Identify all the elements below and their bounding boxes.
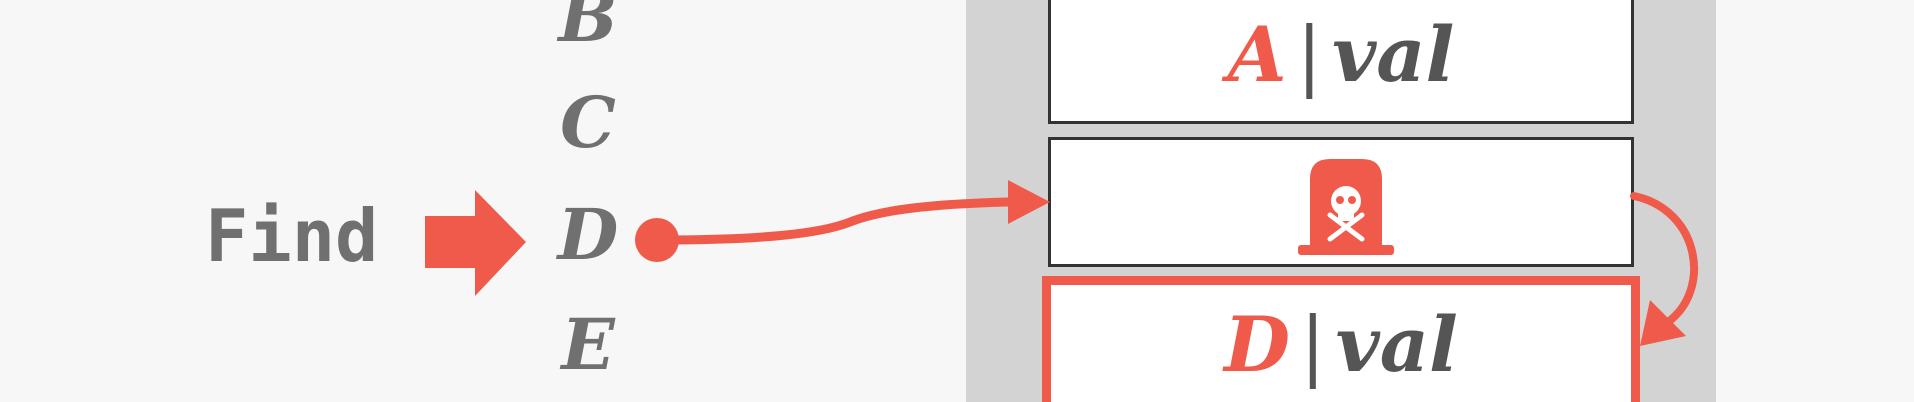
pointer-line [652,197,1013,245]
arrow-overlay [425,180,1699,346]
pointer-arrowhead [1008,180,1050,224]
diagram-canvas: Find B C D E A | val D | val [0,0,1914,402]
next-arrow [1630,192,1699,326]
find-arrow-icon [425,190,526,296]
